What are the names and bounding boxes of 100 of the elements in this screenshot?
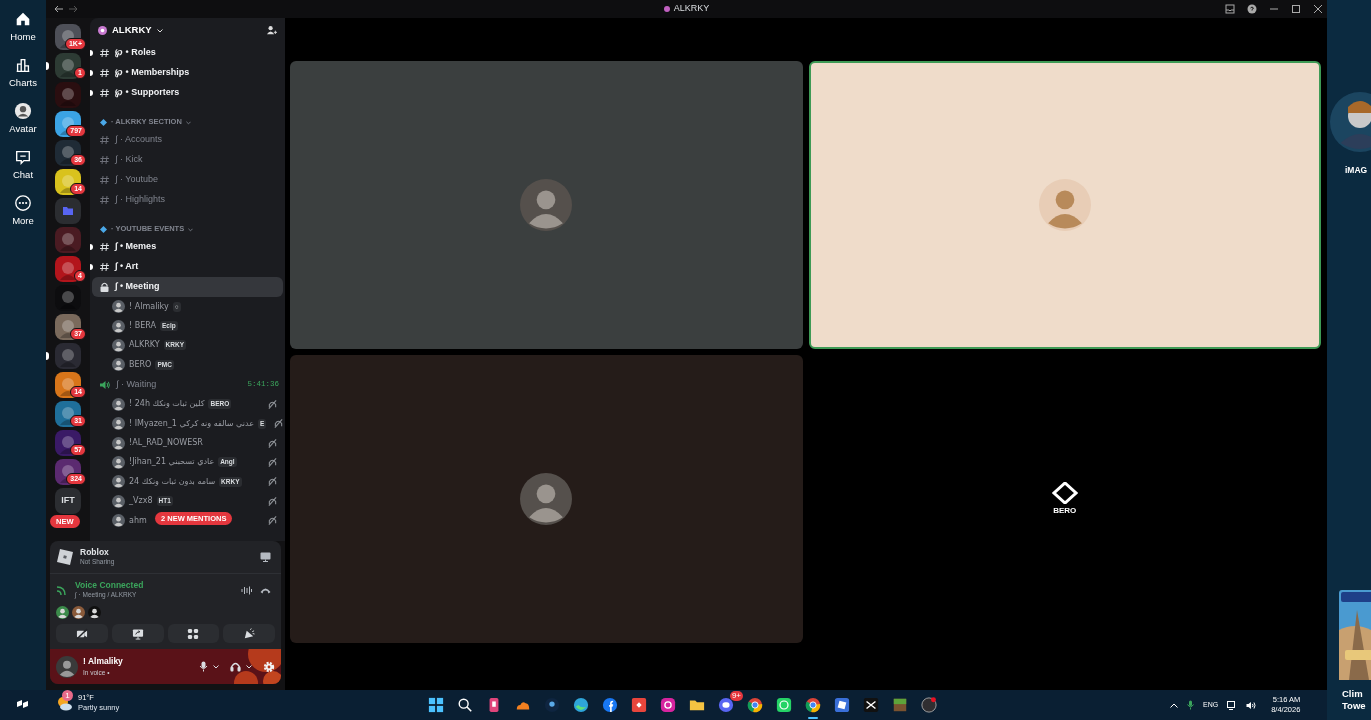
browser-icon[interactable]	[573, 697, 589, 713]
avatar	[112, 358, 125, 372]
nav-item[interactable]: Chat	[1, 146, 45, 184]
chat-app-icon[interactable]	[718, 697, 734, 713]
hash-icon	[100, 242, 109, 252]
block-icon[interactable]	[892, 697, 908, 713]
forward-arrow-icon[interactable]	[68, 5, 78, 13]
server-icon[interactable]	[55, 168, 81, 195]
avatar	[112, 417, 125, 431]
avatar	[112, 475, 125, 489]
server-name: ALKRKY	[112, 23, 152, 38]
avatar	[112, 397, 125, 411]
channel-item[interactable]: ∫ • Art	[92, 257, 283, 277]
channel-name: ∫ • Memes	[115, 240, 157, 254]
activities-button[interactable]	[167, 624, 220, 643]
channel-item[interactable]: ℘ • Memberships	[92, 63, 283, 83]
more-icon	[14, 193, 32, 212]
settings-icon[interactable]	[263, 660, 275, 673]
game-title[interactable]: Clim	[1342, 688, 1366, 700]
inbox-icon[interactable]	[1225, 4, 1235, 14]
member-name: !AL_RAD_NOWESR	[129, 437, 203, 450]
avatar-icon	[14, 101, 32, 120]
back-arrow-icon[interactable]	[54, 5, 64, 13]
diamond-icon	[100, 226, 107, 233]
signal-icon	[56, 584, 67, 596]
avatar	[112, 338, 125, 352]
nav-item[interactable]: Avatar	[1, 100, 45, 138]
microphone-icon[interactable]	[199, 661, 208, 672]
avatar	[112, 300, 125, 314]
hash-icon	[100, 195, 109, 205]
channel-name: ℘ • Roles	[115, 46, 156, 60]
server-icon[interactable]	[55, 458, 81, 485]
window-title: ALKRKY	[673, 2, 710, 16]
server-dot-icon	[663, 6, 670, 12]
logo-text: BERO	[1053, 504, 1077, 517]
channel-item[interactable]: ∫ · Kick	[92, 150, 283, 170]
avatar	[520, 179, 573, 231]
hang-up-icon[interactable]	[260, 586, 271, 594]
server-icon[interactable]	[55, 139, 81, 166]
app-icon[interactable]	[544, 697, 560, 713]
member-name: ! Almaliky	[129, 300, 169, 313]
nav-item[interactable]: More	[1, 192, 45, 230]
windows-icon[interactable]	[428, 697, 444, 713]
soundboard-button[interactable]	[223, 624, 275, 643]
activity-title: Roblox	[80, 547, 110, 557]
server-icon[interactable]	[55, 400, 81, 427]
hash-icon	[100, 175, 109, 185]
channel-item[interactable]: ∫ · Accounts	[92, 130, 283, 150]
game-title[interactable]: Towe	[1342, 700, 1366, 712]
channel-item[interactable]: ℘ • Roles	[92, 43, 283, 63]
channel-item[interactable]: ℘ • Supporters	[92, 83, 283, 103]
network-icon[interactable]	[1227, 700, 1238, 710]
member-name: BERO	[129, 358, 152, 371]
browser-icon[interactable]	[747, 697, 763, 713]
search-icon[interactable]	[457, 697, 473, 713]
nav-item[interactable]: Charts	[1, 54, 45, 92]
app-icon[interactable]	[776, 697, 792, 713]
member-name: !Jihan_21 عادي تسحبني	[129, 456, 215, 469]
member-name: ! BERA	[129, 320, 156, 333]
sound-wave-icon[interactable]	[241, 585, 252, 595]
headphones-icon[interactable]	[230, 661, 241, 672]
help-icon[interactable]	[1247, 4, 1257, 14]
channel-item[interactable]: ∫ · Youtube	[92, 170, 283, 190]
app-icon[interactable]	[602, 697, 618, 713]
friend-name[interactable]: iMAG	[1345, 164, 1368, 177]
channel-item[interactable]: ∫ · Highlights	[92, 190, 283, 210]
close-icon[interactable]	[1313, 4, 1323, 14]
avatar	[520, 473, 573, 525]
avatar	[112, 319, 125, 333]
channel-item[interactable]: ∫ • Meeting	[92, 277, 283, 297]
hash-icon	[100, 88, 109, 98]
share-screen-button[interactable]	[111, 624, 164, 643]
soundboard-icon	[243, 627, 256, 640]
server-icon[interactable]	[55, 429, 81, 456]
camera-off-button[interactable]	[56, 624, 108, 643]
hash-icon	[100, 68, 109, 78]
channel-name: ∫ · Accounts	[115, 133, 162, 147]
chevron-up-icon[interactable]	[1170, 702, 1178, 708]
server-icon[interactable]	[55, 371, 81, 398]
browser-icon[interactable]	[805, 697, 821, 713]
avatar	[112, 514, 125, 528]
avatar	[112, 436, 125, 450]
volume-icon[interactable]	[1246, 700, 1257, 710]
server-icon[interactable]: IFT	[55, 487, 81, 514]
avatar	[112, 494, 125, 508]
nav-item[interactable]: Home	[1, 8, 45, 46]
channel-name: ∫ · Highlights	[115, 193, 165, 207]
microphone-icon[interactable]	[1187, 700, 1194, 710]
app-icon[interactable]	[631, 697, 647, 713]
server-icon[interactable]	[55, 313, 81, 340]
maximize-icon[interactable]	[1291, 4, 1301, 14]
app-icon[interactable]	[834, 697, 850, 713]
user-name: ! Almaliky	[83, 655, 123, 667]
channel-name: ∫ • Art	[115, 260, 139, 274]
add-member-icon[interactable]	[266, 25, 277, 36]
app-icon[interactable]	[863, 697, 879, 713]
game-icon	[56, 548, 74, 566]
screen-share-icon[interactable]	[260, 552, 271, 562]
camera-icon[interactable]	[660, 697, 676, 713]
channel-item[interactable]: ∫ • Memes	[92, 237, 283, 257]
